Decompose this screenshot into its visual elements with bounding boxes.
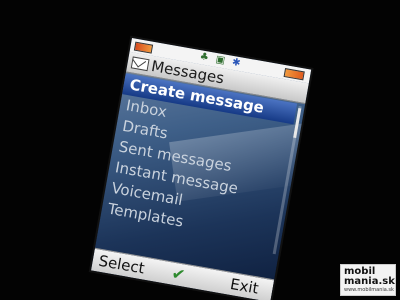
bluetooth-icon: ✱ (231, 56, 242, 70)
checkmark-icon[interactable]: ✔ (170, 264, 187, 285)
softkey-bar: Select ✔ Exit (91, 247, 275, 300)
exit-softkey[interactable]: Exit (229, 275, 260, 298)
select-softkey[interactable]: Select (97, 252, 146, 278)
phone-screen: ♣ ▣ ✱ Messages Create message Inbox Draf… (91, 38, 312, 300)
battery-left-icon (133, 41, 154, 54)
photo-background: ♣ ▣ ✱ Messages Create message Inbox Draf… (0, 0, 400, 300)
envelope-icon (130, 56, 150, 72)
messages-menu: Create message Inbox Drafts Sent message… (100, 73, 305, 249)
signal-antenna-icon: ♣ (198, 51, 210, 64)
gprs-icon: ▣ (214, 53, 226, 67)
watermark-url: www.mobilmania.sk (344, 287, 394, 293)
watermark-line2: mania.sk (344, 276, 395, 287)
watermark-logo: mobil mania.sk www.mobilmania.sk (340, 264, 396, 296)
